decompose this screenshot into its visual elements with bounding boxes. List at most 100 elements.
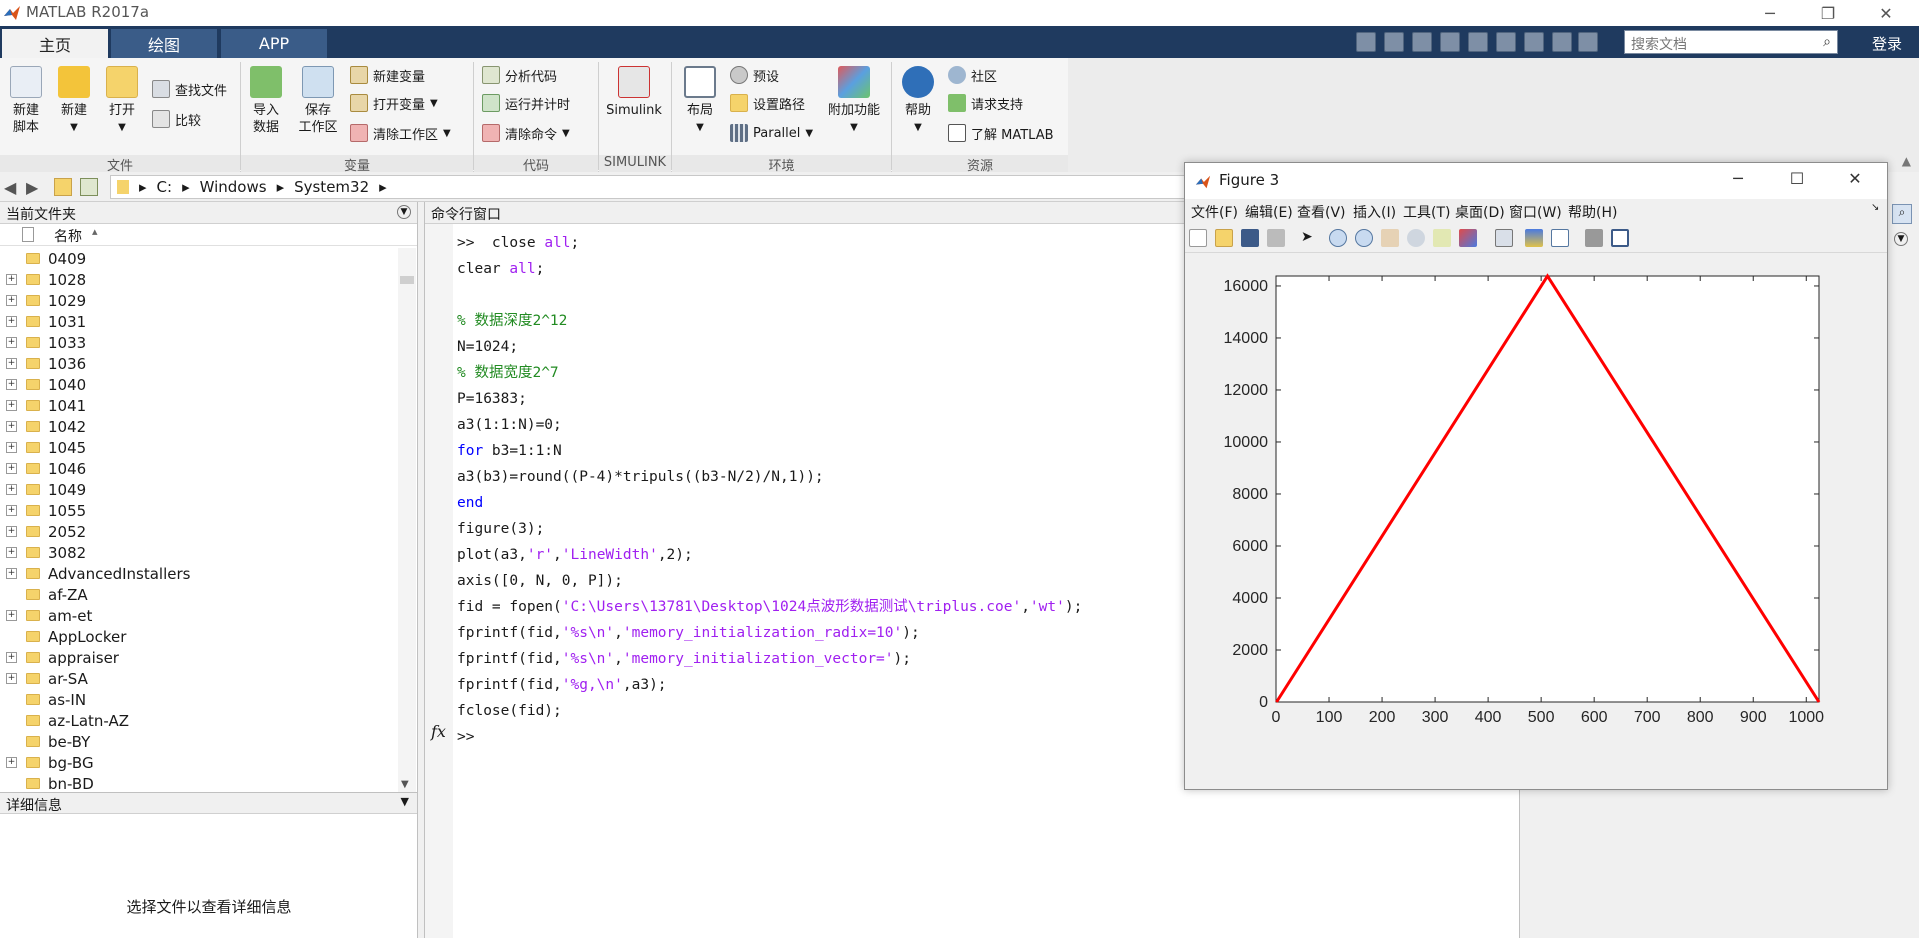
tab-apps[interactable]: APP bbox=[221, 29, 327, 58]
list-item[interactable]: +1028 bbox=[0, 269, 398, 290]
cut-icon[interactable] bbox=[1412, 32, 1432, 52]
expand-icon[interactable]: + bbox=[6, 757, 17, 768]
path-segment[interactable]: C: bbox=[157, 178, 173, 196]
compare-button[interactable]: 比较 bbox=[152, 108, 201, 130]
list-item[interactable]: + AdvancedInstallers bbox=[0, 563, 398, 584]
minimize-button[interactable]: ─ bbox=[1747, 0, 1793, 26]
current-path-field[interactable]: ▸ C: ▸ Windows ▸ System32 ▸ bbox=[110, 175, 1186, 199]
expand-icon[interactable]: + bbox=[6, 652, 17, 663]
expand-icon[interactable]: + bbox=[6, 358, 17, 369]
path-segment[interactable]: System32 bbox=[294, 178, 369, 196]
save-workspace-button[interactable]: 保存 工作区 bbox=[292, 66, 344, 136]
expand-icon[interactable]: + bbox=[6, 568, 17, 579]
tab-home[interactable]: 主页 bbox=[2, 29, 108, 58]
expand-icon[interactable]: + bbox=[6, 442, 17, 453]
figure-maximize-button[interactable]: ☐ bbox=[1785, 169, 1809, 193]
list-item[interactable]: bn-BD bbox=[0, 773, 398, 792]
rotate-3d-icon[interactable] bbox=[1407, 229, 1425, 247]
list-item[interactable]: az-Latn-AZ bbox=[0, 710, 398, 731]
add-ons-button[interactable]: 附加功能 ▼ bbox=[822, 66, 886, 136]
list-item[interactable]: 0409 bbox=[0, 248, 398, 269]
cut-icon[interactable] bbox=[1356, 32, 1376, 52]
undo-icon[interactable] bbox=[1496, 32, 1516, 52]
list-item[interactable]: + appraiser bbox=[0, 647, 398, 668]
open-file-icon[interactable] bbox=[1215, 229, 1233, 247]
figure-menu-item[interactable]: 工具(T) bbox=[1403, 202, 1450, 222]
list-item[interactable]: +1046 bbox=[0, 458, 398, 479]
figure-menu-item[interactable]: 帮助(H) bbox=[1568, 202, 1617, 222]
list-item[interactable]: be-BY bbox=[0, 731, 398, 752]
scroll-down-icon[interactable]: ▼ bbox=[401, 779, 409, 790]
list-item[interactable]: +1036 bbox=[0, 353, 398, 374]
list-item[interactable]: +1045 bbox=[0, 437, 398, 458]
expand-icon[interactable]: + bbox=[6, 400, 17, 411]
list-item[interactable]: +1033 bbox=[0, 332, 398, 353]
list-item[interactable]: +2052 bbox=[0, 521, 398, 542]
expand-icon[interactable]: + bbox=[6, 673, 17, 684]
simulink-button[interactable]: Simulink bbox=[604, 66, 664, 119]
import-data-button[interactable]: 导入 数据 bbox=[246, 66, 286, 136]
expand-icon[interactable]: + bbox=[6, 547, 17, 558]
list-item[interactable]: AppLocker bbox=[0, 626, 398, 647]
figure-menu-item[interactable]: 窗口(W) bbox=[1509, 202, 1562, 222]
list-item[interactable]: +3082 bbox=[0, 542, 398, 563]
scrollbar-thumb[interactable] bbox=[400, 276, 414, 284]
zoom-in-icon[interactable] bbox=[1329, 229, 1347, 247]
show-plot-tools-icon[interactable] bbox=[1611, 229, 1629, 247]
open-variable-button[interactable]: 打开变量 ▼ bbox=[350, 92, 438, 114]
vertical-scrollbar[interactable]: ▼ bbox=[398, 248, 416, 792]
figure-close-button[interactable]: ✕ bbox=[1843, 169, 1867, 193]
expand-icon[interactable]: + bbox=[6, 610, 17, 621]
list-item[interactable]: +1029 bbox=[0, 290, 398, 311]
figure-menu-item[interactable]: 插入(I) bbox=[1353, 202, 1396, 222]
layout-button[interactable]: 布局 ▼ bbox=[678, 66, 722, 136]
preferences-button[interactable]: 预设 bbox=[730, 64, 779, 86]
expand-icon[interactable]: + bbox=[6, 526, 17, 537]
help-icon[interactable] bbox=[1578, 32, 1598, 52]
request-support-button[interactable]: 请求支持 bbox=[948, 92, 1023, 114]
expand-icon[interactable]: + bbox=[6, 337, 17, 348]
pointer-icon[interactable]: ➤ bbox=[1301, 229, 1319, 247]
tab-plots[interactable]: 绘图 bbox=[111, 29, 217, 58]
list-item[interactable]: +1041 bbox=[0, 395, 398, 416]
line-chart[interactable]: 0 100 200 300 400 500 600 700 800 900 100002000400… bbox=[1185, 254, 1887, 789]
copy-icon[interactable] bbox=[1440, 32, 1460, 52]
path-segment[interactable]: Windows bbox=[200, 178, 267, 196]
save-icon[interactable] bbox=[1241, 229, 1259, 247]
expand-icon[interactable]: + bbox=[6, 505, 17, 516]
paste-icon[interactable] bbox=[1468, 32, 1488, 52]
analyze-code-button[interactable]: 分析代码 bbox=[482, 64, 557, 86]
new-script-button[interactable]: 新建 脚本 bbox=[6, 66, 46, 136]
forward-icon[interactable]: ▶ bbox=[26, 178, 44, 197]
list-item[interactable]: +1031 bbox=[0, 311, 398, 332]
new-figure-icon[interactable] bbox=[1189, 229, 1207, 247]
figure-menu-item[interactable]: 文件(F) bbox=[1191, 202, 1238, 222]
login-link[interactable]: 登录 bbox=[1872, 33, 1902, 54]
figure-menu-item[interactable]: 查看(V) bbox=[1297, 202, 1346, 222]
parallel-button[interactable]: Parallel ▼ bbox=[730, 122, 813, 144]
list-item[interactable]: +1042 bbox=[0, 416, 398, 437]
legend-icon[interactable] bbox=[1551, 229, 1569, 247]
search-icon[interactable]: ⌕ bbox=[1892, 204, 1912, 224]
expand-icon[interactable]: + bbox=[6, 421, 17, 432]
name-column-header[interactable]: 名称 bbox=[54, 226, 82, 246]
link-plot-icon[interactable] bbox=[1495, 229, 1513, 247]
open-button[interactable]: 打开 ▼ bbox=[102, 66, 142, 136]
new-variable-button[interactable]: 新建变量 bbox=[350, 64, 425, 86]
data-cursor-icon[interactable] bbox=[1433, 229, 1451, 247]
clear-commands-button[interactable]: 清除命令 ▼ bbox=[482, 122, 570, 144]
dock-figure-icon[interactable]: ↘ bbox=[1871, 202, 1879, 213]
expand-icon[interactable]: + bbox=[6, 463, 17, 474]
command-history-text[interactable]: >> close all; clear all;% 数据深度2^12 N=1024;… bbox=[457, 230, 1082, 750]
restore-button[interactable]: ❐ bbox=[1805, 0, 1851, 26]
panel-menu-icon[interactable]: ▼ bbox=[397, 205, 411, 219]
list-item[interactable]: + ar-SA bbox=[0, 668, 398, 689]
figure-minimize-button[interactable]: ─ bbox=[1726, 169, 1750, 193]
expand-icon[interactable]: + bbox=[6, 316, 17, 327]
close-button[interactable]: ✕ bbox=[1863, 0, 1909, 26]
search-icon[interactable]: ⌕ bbox=[1823, 34, 1831, 50]
zoom-out-icon[interactable] bbox=[1355, 229, 1373, 247]
function-browser-icon[interactable]: fx bbox=[431, 722, 446, 741]
redo-icon[interactable] bbox=[1524, 32, 1544, 52]
set-path-button[interactable]: 设置路径 bbox=[730, 92, 805, 114]
